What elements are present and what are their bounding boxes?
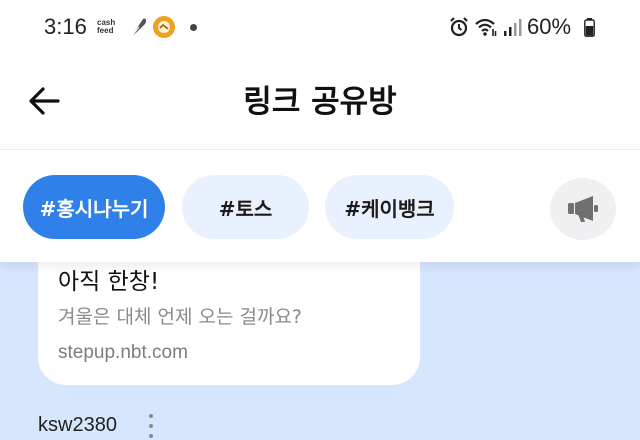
page-title: 링크 공유방 xyxy=(243,84,397,120)
feather-icon xyxy=(128,15,148,39)
megaphone-icon xyxy=(568,196,598,222)
cashfeed-icon: cash feed xyxy=(97,18,116,35)
alarm-icon xyxy=(448,16,470,38)
link-description: 겨울은 대체 언제 오는 걸까요? xyxy=(58,306,303,328)
tag-filter-row: #홍시나누기 #토스 #케이뱅크 xyxy=(0,150,640,262)
tag-chip-kbank[interactable]: #케이뱅크 xyxy=(325,175,454,239)
status-bar: 3:16 cash feed 60% xyxy=(0,0,640,58)
megaphone-button[interactable] xyxy=(550,178,616,240)
link-preview-card[interactable]: 아직 한창! 겨울은 대체 언제 오는 걸까요? stepup.nbt.com xyxy=(38,262,420,385)
more-vertical-icon xyxy=(149,414,153,418)
post-feed: 아직 한창! 겨울은 대체 언제 오는 걸까요? stepup.nbt.com … xyxy=(0,262,640,440)
battery-percent: 60% xyxy=(527,14,572,39)
wifi-icon xyxy=(474,16,498,38)
author-name: ksw2380 xyxy=(38,414,117,436)
tag-chip-hongsi[interactable]: #홍시나누기 xyxy=(23,175,165,239)
battery-icon xyxy=(584,18,595,37)
notification-dot-icon xyxy=(190,24,197,31)
app-notification-icon xyxy=(153,16,175,38)
link-title: 아직 한창! xyxy=(58,269,160,295)
app-header: 링크 공유방 xyxy=(0,58,640,150)
signal-icon xyxy=(502,16,522,38)
tag-chip-toss[interactable]: #토스 xyxy=(182,175,309,239)
status-time: 3:16 xyxy=(44,14,87,39)
more-options-button[interactable] xyxy=(144,412,158,440)
link-url: stepup.nbt.com xyxy=(58,342,188,363)
